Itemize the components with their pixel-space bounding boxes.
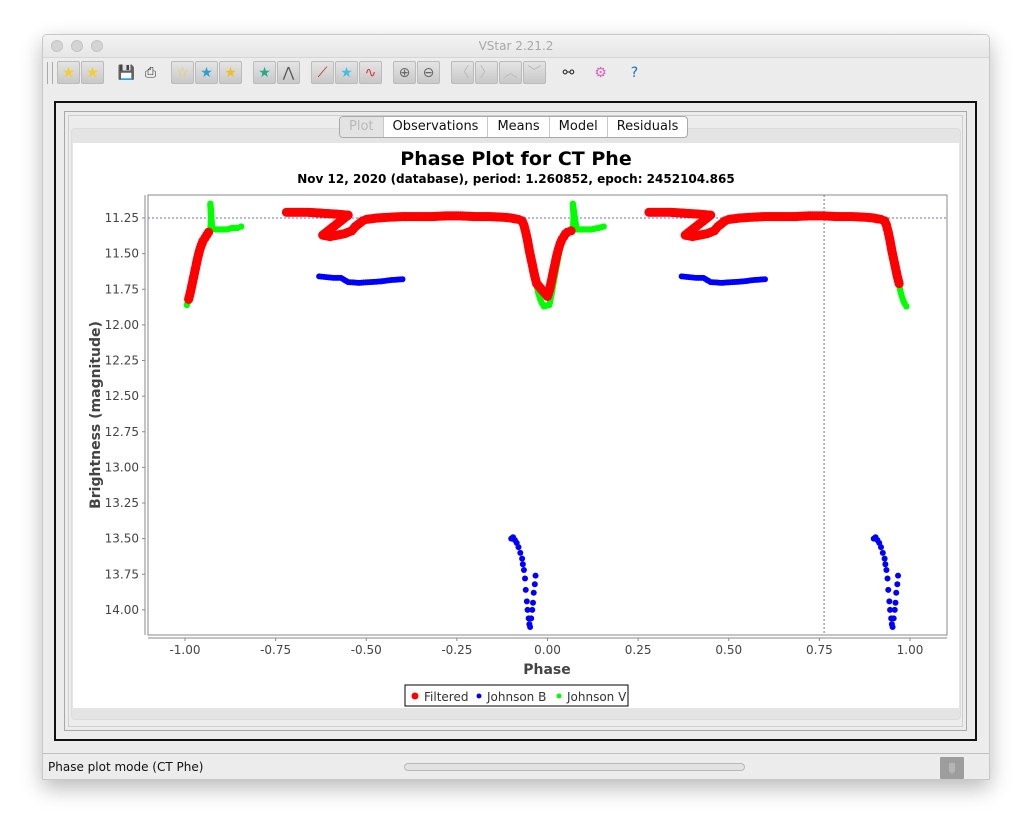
legend: Filtered Johnson B Johnson V xyxy=(404,684,629,707)
tab-means[interactable]: Means xyxy=(487,117,548,137)
legend-marker-johnson-b xyxy=(476,693,482,699)
y-tick-label: 12.75 xyxy=(105,425,139,439)
x-tick-label: 0.25 xyxy=(625,643,652,657)
data-point xyxy=(527,623,534,630)
stop-button[interactable] xyxy=(940,757,964,779)
y-tick-label: 13.50 xyxy=(105,532,139,546)
data-point xyxy=(881,555,888,562)
vstar-window: VStar 2.21.2 ★ ★ 💾 ⎙ ☆ ★ ★ ★ ⋀ ⟋ ★ ∿ ⊕ ⊖ 〈〉 ︿ ﹀ ⚯ ⚙? Plot … xyxy=(42,34,990,780)
data-point xyxy=(530,589,537,596)
x-axis-label: Phase xyxy=(523,662,571,678)
view-tabs: Plot Observations Means Model Residuals xyxy=(339,116,689,138)
data-point xyxy=(886,598,893,605)
y-axis-label: Brightness (magnitude) xyxy=(88,321,104,509)
data-point xyxy=(762,276,768,283)
x-tick-label: -1.00 xyxy=(169,643,200,657)
y-tick-label: 11.50 xyxy=(105,247,139,261)
chart-subtitle: Nov 12, 2020 (database), period: 1.26085… xyxy=(297,172,734,186)
x-tick-label: 0.00 xyxy=(534,643,561,657)
data-point xyxy=(878,544,884,551)
tab-model[interactable]: Model xyxy=(548,117,607,137)
data-point xyxy=(237,223,245,230)
data-point xyxy=(890,615,897,622)
data-point xyxy=(885,586,892,593)
tab-observations[interactable]: Observations xyxy=(382,117,488,137)
data-point xyxy=(519,555,526,562)
x-tick-label: 0.75 xyxy=(806,643,833,657)
tab-plot[interactable]: Plot xyxy=(340,117,383,137)
data-point xyxy=(894,278,904,289)
status-bar: Phase plot mode (CT Phe) xyxy=(43,753,989,779)
data-point xyxy=(203,227,214,237)
legend-marker-filtered xyxy=(411,692,419,700)
data-point xyxy=(895,572,902,579)
data-point xyxy=(530,599,536,606)
x-tick-label: -0.25 xyxy=(441,643,472,657)
y-tick-label: 12.00 xyxy=(105,318,139,332)
legend-marker-johnson-v xyxy=(556,693,562,699)
tab-residuals[interactable]: Residuals xyxy=(606,117,688,137)
data-point xyxy=(528,615,535,622)
data-point xyxy=(522,586,529,593)
data-point xyxy=(523,598,530,605)
y-tick-label: 13.25 xyxy=(105,496,139,510)
x-tick-label: 0.50 xyxy=(715,643,742,657)
legend-label-johnson-b: Johnson B xyxy=(486,690,546,704)
legend-label-johnson-v: Johnson V xyxy=(566,690,627,704)
x-tick-label: 1.00 xyxy=(897,643,924,657)
data-point xyxy=(600,223,607,230)
plot-area xyxy=(147,194,948,636)
y-tick-label: 11.25 xyxy=(105,211,139,225)
chart-title: Phase Plot for CT Phe xyxy=(400,148,631,170)
data-point xyxy=(517,549,524,556)
data-point xyxy=(882,561,889,568)
x-tick-label: -0.50 xyxy=(351,643,382,657)
data-point xyxy=(399,276,406,283)
progress-bar xyxy=(404,763,745,771)
phase-plot-chart[interactable]: Phase Plot for CT Phe Nov 12, 2020 (data… xyxy=(43,35,989,735)
data-point xyxy=(891,606,898,613)
data-point xyxy=(892,599,899,606)
status-text: Phase plot mode (CT Phe) xyxy=(48,760,204,774)
data-point xyxy=(522,575,529,582)
data-point xyxy=(884,575,891,582)
y-tick-label: 11.75 xyxy=(105,282,139,296)
data-point xyxy=(879,549,886,556)
data-point xyxy=(903,303,910,310)
y-axis-ticks: 11.25 11.50 11.75 12.00 12.25 12.50 12.75 13.00… xyxy=(105,211,145,617)
legend-label-filtered: Filtered xyxy=(424,690,468,704)
data-point xyxy=(515,544,522,551)
data-point xyxy=(883,566,890,573)
data-point xyxy=(519,561,526,568)
x-tick-label: -0.75 xyxy=(260,643,291,657)
data-point xyxy=(894,581,901,588)
data-point xyxy=(532,572,539,579)
data-point xyxy=(893,589,900,596)
y-tick-label: 14.00 xyxy=(105,603,139,617)
data-point xyxy=(529,606,536,613)
data-point xyxy=(531,581,538,588)
y-tick-label: 13.75 xyxy=(105,567,139,581)
data-point xyxy=(566,226,576,236)
data-point xyxy=(520,566,527,573)
stop-icon xyxy=(949,763,955,774)
x-axis-ticks: -1.00 -0.75 -0.50 -0.25 0.00 0.25 0.50 0.75 1.00 xyxy=(169,638,923,657)
y-tick-label: 12.50 xyxy=(105,389,139,403)
y-tick-label: 12.25 xyxy=(105,354,139,368)
data-point xyxy=(889,623,896,630)
y-tick-label: 13.00 xyxy=(105,460,139,474)
